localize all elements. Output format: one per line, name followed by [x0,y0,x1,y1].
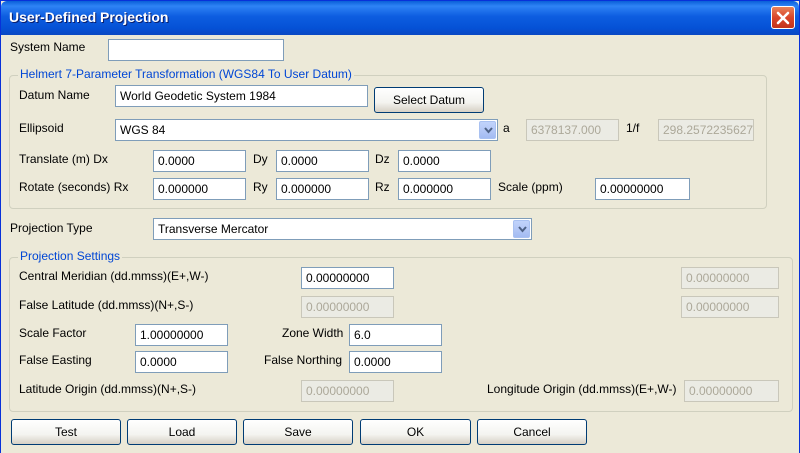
scale-ppm-input[interactable]: 0.00000000 [595,178,690,200]
rz-input[interactable]: 0.000000 [398,178,491,200]
longitude-origin-input: 0.00000000 [684,380,779,402]
ellipsoid-label: Ellipsoid [19,121,64,135]
translate-label: Translate (m) Dx [19,152,108,166]
rotate-label: Rotate (seconds) Rx [19,180,129,194]
dz-input[interactable]: 0.0000 [398,150,491,172]
dialog-client: System Name Helmert 7-Parameter Transfor… [1,35,799,453]
chevron-down-icon [518,226,527,233]
longitude-origin-label: Longitude Origin (dd.mmss)(E+,W-) [487,382,677,396]
ellipsoid-dropdown-button[interactable] [479,121,496,139]
load-button[interactable]: Load [127,419,237,445]
chevron-down-icon [484,127,493,134]
ellipsoid-select[interactable]: WGS 84 [115,119,498,141]
f-input: 298.2572235627 [658,119,754,141]
false-northing-input[interactable]: 0.0000 [349,351,442,373]
latitude-origin-input: 0.00000000 [301,380,394,402]
a-input: 6378137.000 [526,119,619,141]
save-button[interactable]: Save [243,419,353,445]
projection-type-select[interactable]: Transverse Mercator [153,218,532,240]
system-name-label: System Name [10,40,86,54]
title-bar[interactable]: User-Defined Projection [1,1,799,35]
close-icon [776,11,790,25]
scale-factor-label: Scale Factor [19,326,87,340]
system-name-input[interactable] [108,39,284,61]
projection-type-label: Projection Type [10,221,93,235]
dy-label: Dy [253,152,268,166]
ellipsoid-value: WGS 84 [120,123,166,137]
false-latitude-label: False Latitude (dd.mmss)(N+,S-) [19,298,194,312]
rz-label: Rz [375,180,390,194]
test-button[interactable]: Test [11,419,121,445]
dialog-window: User-Defined Projection System Name Helm… [0,0,800,453]
central-meridian-label: Central Meridian (dd.mmss)(E+,W-) [19,269,209,283]
close-button[interactable] [771,6,795,29]
projection-type-value: Transverse Mercator [158,222,269,236]
ry-input[interactable]: 0.000000 [276,178,369,200]
false-easting-input[interactable]: 0.0000 [135,351,228,373]
datum-name-label: Datum Name [19,88,90,102]
latitude-origin-label: Latitude Origin (dd.mmss)(N+,S-) [19,382,197,396]
select-datum-button[interactable]: Select Datum [374,87,484,113]
central-meridian-alt-input: 0.00000000 [681,267,779,289]
false-latitude-alt-input: 0.00000000 [681,296,779,318]
rx-input[interactable]: 0.000000 [153,178,246,200]
cancel-button[interactable]: Cancel [477,419,587,445]
false-latitude-input: 0.00000000 [301,296,394,318]
helmert-legend: Helmert 7-Parameter Transformation (WGS8… [18,67,354,81]
ry-label: Ry [253,180,268,194]
projection-settings-legend: Projection Settings [18,249,123,263]
zone-width-input[interactable]: 6.0 [349,324,442,346]
datum-name-input[interactable]: World Geodetic System 1984 [115,85,368,107]
scale-ppm-label: Scale (ppm) [498,180,563,194]
dy-input[interactable]: 0.0000 [276,150,369,172]
projection-type-dropdown-button[interactable] [513,220,530,238]
f-label: 1/f [626,121,640,135]
false-northing-label: False Northing [264,353,343,367]
scale-factor-input[interactable]: 1.00000000 [135,324,228,346]
ok-button[interactable]: OK [360,419,471,445]
zone-width-label: Zone Width [282,326,344,340]
dx-input[interactable]: 0.0000 [153,150,246,172]
dz-label: Dz [375,152,390,166]
central-meridian-input[interactable]: 0.00000000 [301,267,394,289]
a-label: a [503,121,510,135]
window-title: User-Defined Projection [9,9,169,25]
false-easting-label: False Easting [19,353,92,367]
